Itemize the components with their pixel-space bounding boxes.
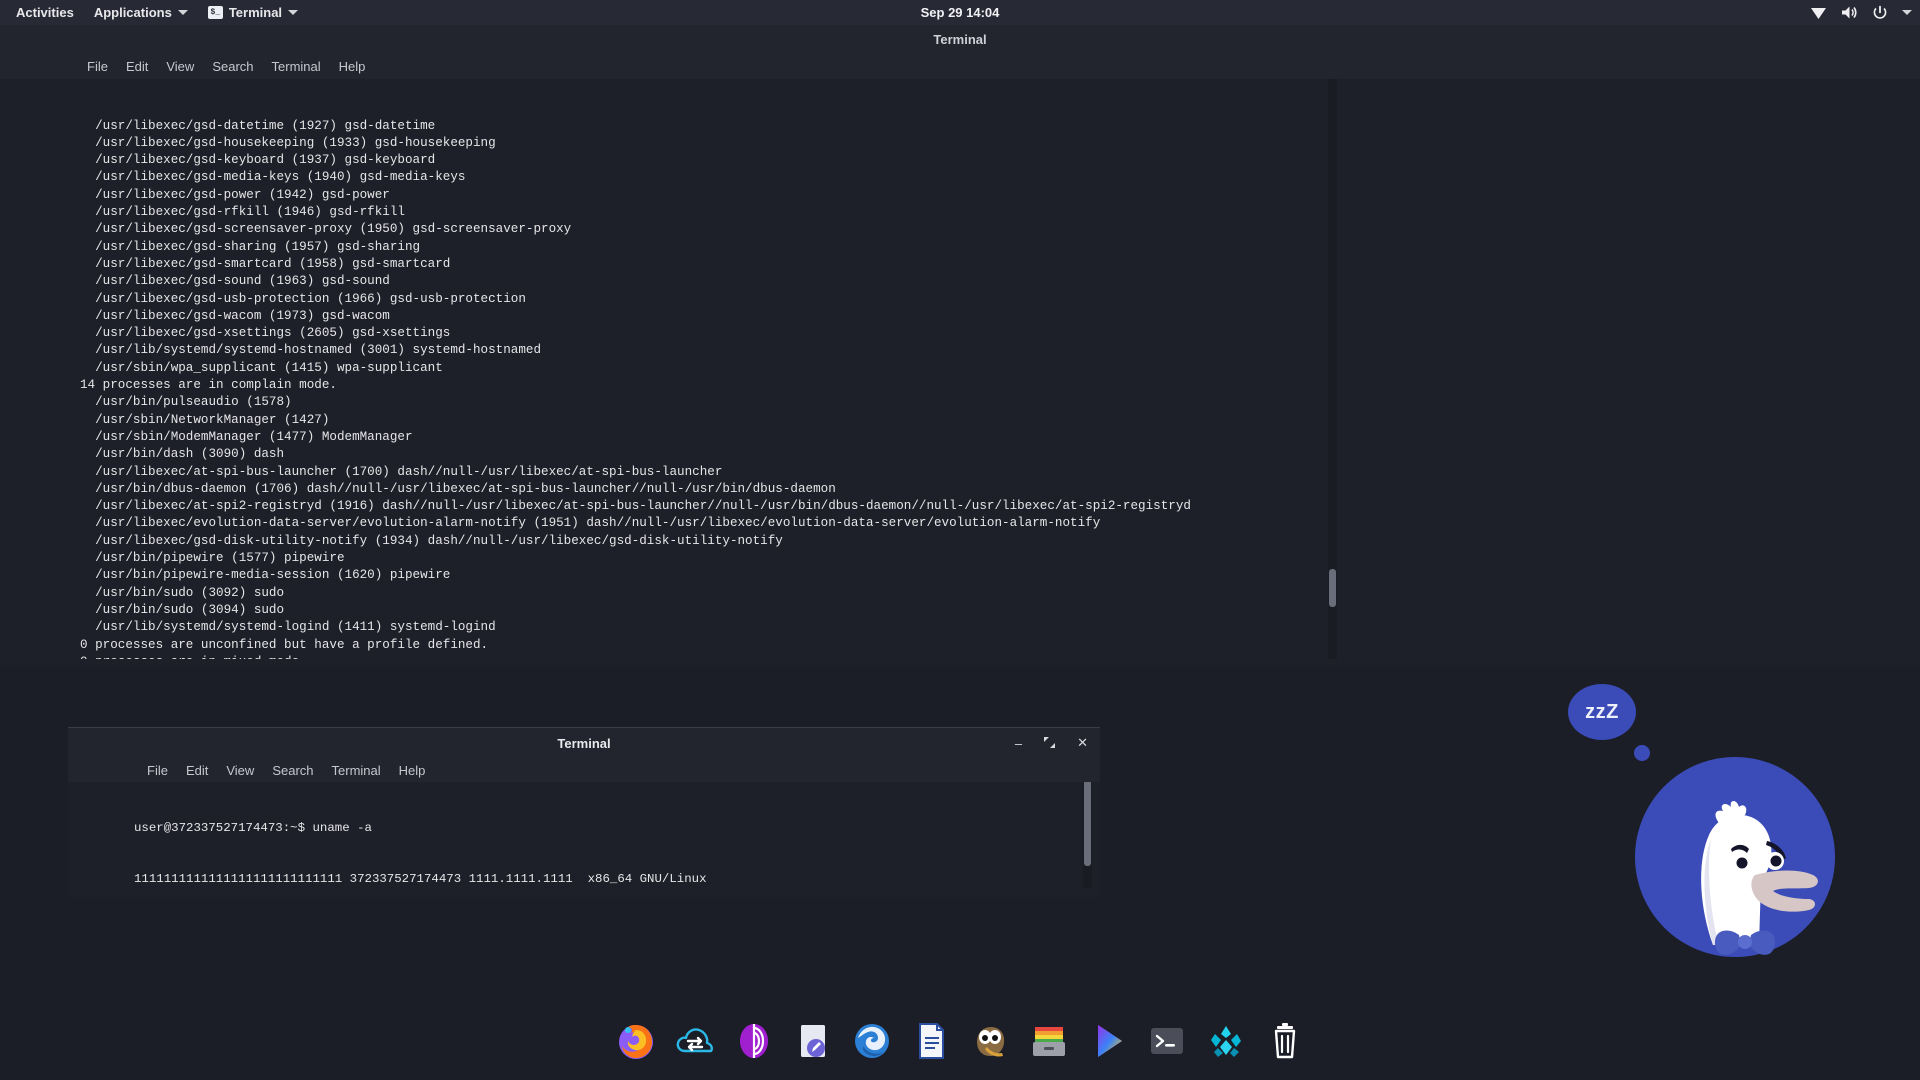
terminal-line: /usr/libexec/gsd-datetime (1927) gsd-dat… xyxy=(80,118,436,133)
chevron-down-icon xyxy=(177,10,188,15)
activities-label: Activities xyxy=(16,5,74,20)
terminal-icon[interactable] xyxy=(1145,1019,1189,1063)
terminal-line: user@372337527174473:~$ uname -a xyxy=(134,821,372,835)
menu-bar-secondary: File Edit View Search Terminal Help xyxy=(68,758,1100,782)
tor-browser-icon[interactable] xyxy=(732,1019,776,1063)
minimize-button[interactable]: – xyxy=(1015,736,1022,751)
terminal-window-main: Terminal File Edit View Search Terminal … xyxy=(0,25,1920,665)
terminal-line: /usr/libexec/gsd-rfkill (1946) gsd-rfkil… xyxy=(80,205,405,220)
scrollbar-thumb-secondary[interactable] xyxy=(1084,782,1091,866)
terminal-line: /usr/bin/dash (3090) dash xyxy=(80,447,285,462)
thunderbird-icon[interactable] xyxy=(850,1019,894,1063)
terminal-output-secondary[interactable]: user@372337527174473:~$ uname -a 1111111… xyxy=(68,782,1100,892)
terminal-line: /usr/bin/sudo (3094) sudo xyxy=(80,602,285,617)
terminal-line: /usr/lib/systemd/systemd-hostnamed (3001… xyxy=(80,343,542,358)
terminal-line: /usr/lib/systemd/systemd-logind (1411) s… xyxy=(80,620,496,635)
menu-bar-main: File Edit View Search Terminal Help xyxy=(0,53,1920,79)
menu-item-view-secondary[interactable]: View xyxy=(217,761,263,780)
gnome-top-bar: Activities Applications $_ Terminal Sep … xyxy=(0,0,1920,25)
terminal-line: /usr/libexec/gsd-media-keys (1940) gsd-m… xyxy=(80,170,466,185)
menu-item-terminal-secondary[interactable]: Terminal xyxy=(323,761,390,780)
terminal-line: /usr/libexec/gsd-wacom (1973) gsd-wacom xyxy=(80,308,390,323)
application-dock xyxy=(0,1002,1920,1080)
menu-item-file[interactable]: File xyxy=(78,57,117,76)
duckduckgo-dax-mascot xyxy=(1635,757,1835,957)
libreoffice-writer-icon[interactable] xyxy=(909,1019,953,1063)
terminal-icon: $_ xyxy=(207,6,223,19)
archive-manager-icon[interactable] xyxy=(1027,1019,1071,1063)
menu-item-file-secondary[interactable]: File xyxy=(138,761,177,780)
video-player-icon[interactable] xyxy=(1086,1019,1130,1063)
terminal-window-secondary: Terminal – ✕ File Edit View Search Termi… xyxy=(68,727,1100,897)
terminal-line: 0 processes are unconfined but have a pr… xyxy=(80,637,489,652)
window-titlebar-secondary[interactable]: Terminal – ✕ xyxy=(68,728,1100,758)
menu-item-terminal[interactable]: Terminal xyxy=(263,57,330,76)
terminal-output-main[interactable]: /usr/libexec/gsd-datetime (1927) gsd-dat… xyxy=(0,79,1920,659)
active-app-menu[interactable]: $_ Terminal xyxy=(198,0,308,25)
menu-item-help[interactable]: Help xyxy=(330,57,375,76)
applications-label: Applications xyxy=(93,5,172,20)
terminal-line: /usr/libexec/gsd-xsettings (2605) gsd-xs… xyxy=(80,326,451,341)
activities-button[interactable]: Activities xyxy=(6,0,84,25)
terminal-line: /usr/libexec/gsd-disk-utility-notify (19… xyxy=(80,533,783,548)
firefox-icon[interactable] xyxy=(614,1019,658,1063)
menu-item-edit[interactable]: Edit xyxy=(117,57,157,76)
terminal-line: /usr/bin/pipewire-media-session (1620) p… xyxy=(80,568,451,583)
terminal-line: /usr/libexec/gsd-screensaver-proxy (1950… xyxy=(80,222,572,237)
menu-item-view[interactable]: View xyxy=(157,57,203,76)
menu-item-search[interactable]: Search xyxy=(203,57,262,76)
wifi-icon[interactable] xyxy=(1810,6,1827,20)
terminal-line: /usr/bin/dbus-daemon (1706) dash//null-/… xyxy=(80,481,836,496)
terminal-line: /usr/libexec/gsd-keyboard (1937) gsd-key… xyxy=(80,153,436,168)
terminal-line: /usr/bin/sudo (3092) sudo xyxy=(80,585,285,600)
power-icon[interactable] xyxy=(1872,5,1888,21)
scrollbar-track-main[interactable] xyxy=(1328,79,1337,659)
window-title-secondary: Terminal xyxy=(557,735,611,751)
cloud-sync-icon[interactable] xyxy=(673,1019,717,1063)
chevron-down-icon[interactable] xyxy=(1902,10,1912,15)
chevron-down-icon xyxy=(288,10,299,15)
terminal-line: /usr/libexec/gsd-smartcard (1958) gsd-sm… xyxy=(80,256,451,271)
terminal-line: /usr/libexec/gsd-housekeeping (1933) gsd… xyxy=(80,135,496,150)
terminal-line: /usr/libexec/at-spi-bus-launcher (1700) … xyxy=(80,464,723,479)
terminal-line: /usr/libexec/gsd-usb-protection (1966) g… xyxy=(80,291,526,306)
terminal-line: /usr/libexec/evolution-data-server/evolu… xyxy=(80,516,1101,531)
menu-item-help-secondary[interactable]: Help xyxy=(390,761,435,780)
terminal-line: /usr/bin/pulseaudio (1578) xyxy=(80,395,292,410)
system-indicators[interactable] xyxy=(1810,0,1912,25)
sleep-thought-bubble: zzZ xyxy=(1568,684,1636,740)
window-title: Terminal xyxy=(0,25,1920,53)
terminal-line: /usr/libexec/gsd-sound (1963) gsd-sound xyxy=(80,274,390,289)
scrollbar-track-secondary[interactable] xyxy=(1083,782,1092,888)
trash-icon[interactable] xyxy=(1263,1019,1307,1063)
terminal-line: /usr/libexec/gsd-power (1942) gsd-power xyxy=(80,187,390,202)
terminal-line: /usr/libexec/gsd-sharing (1957) gsd-shar… xyxy=(80,239,421,254)
terminal-line: 1111111111111111111111111111 37233752717… xyxy=(134,872,707,886)
close-button[interactable]: ✕ xyxy=(1077,735,1088,751)
applications-menu[interactable]: Applications xyxy=(84,0,198,25)
terminal-line: /usr/sbin/wpa_supplicant (1415) wpa-supp… xyxy=(80,360,443,375)
gimp-icon[interactable] xyxy=(968,1019,1012,1063)
software-center-icon[interactable] xyxy=(1204,1019,1248,1063)
maximize-button[interactable] xyxy=(1044,736,1056,751)
scrollbar-thumb-main[interactable] xyxy=(1329,569,1336,607)
terminal-line: /usr/libexec/at-spi2-registryd (1916) da… xyxy=(80,499,1191,514)
terminal-line: /usr/sbin/ModemManager (1477) ModemManag… xyxy=(80,429,413,444)
menu-item-search-secondary[interactable]: Search xyxy=(263,761,322,780)
terminal-line: /usr/bin/pipewire (1577) pipewire xyxy=(80,551,345,566)
menu-item-edit-secondary[interactable]: Edit xyxy=(177,761,217,780)
terminal-line: 14 processes are in complain mode. xyxy=(80,378,337,393)
terminal-line: /usr/sbin/NetworkManager (1427) xyxy=(80,412,330,427)
terminal-line: 0 processes are in mixed mode. xyxy=(80,654,1920,659)
sleep-bubble-text: zzZ xyxy=(1585,700,1619,723)
active-app-label: Terminal xyxy=(228,5,283,20)
text-editor-icon[interactable] xyxy=(791,1019,835,1063)
volume-icon[interactable] xyxy=(1841,5,1858,20)
